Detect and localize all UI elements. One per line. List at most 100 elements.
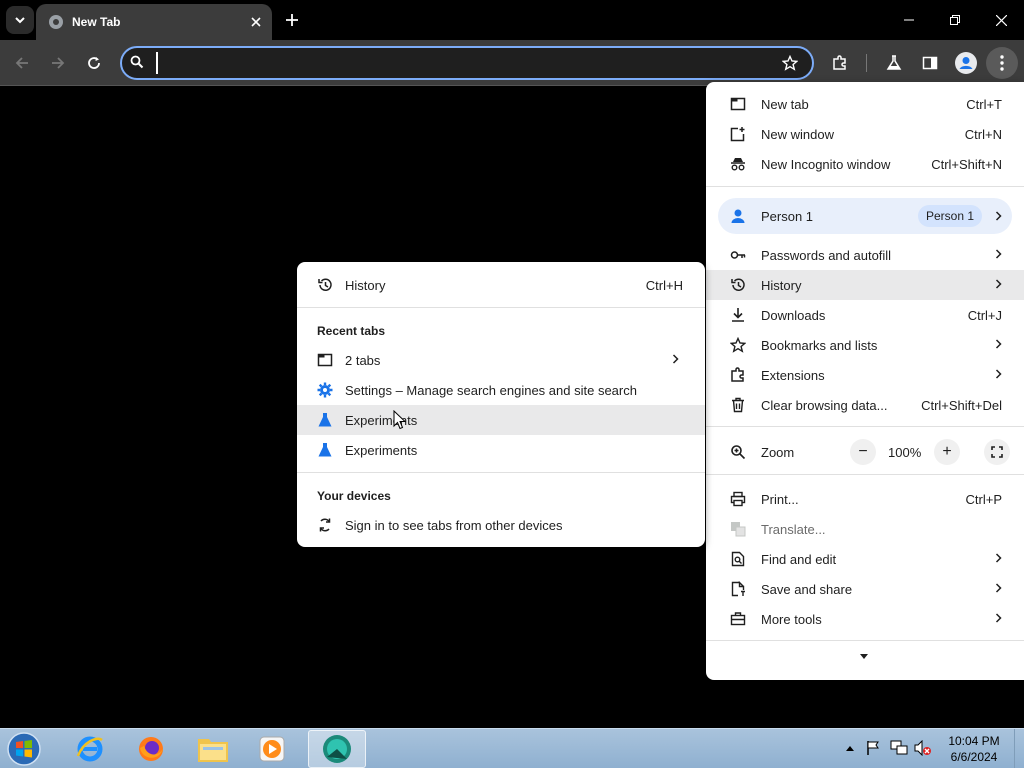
menu-label: Extensions	[761, 367, 825, 383]
submenu-item-recent-window[interactable]: 2 tabs	[297, 345, 705, 375]
taskbar-app-firefox[interactable]	[122, 730, 180, 768]
labs-button[interactable]	[878, 47, 910, 79]
taskbar-app-media[interactable]	[243, 730, 301, 768]
menu-shortcut: Ctrl+Shift+Del	[921, 397, 1002, 413]
profile-button[interactable]	[950, 47, 982, 79]
reload-icon	[88, 57, 100, 69]
menu-label: Clear browsing data...	[761, 397, 888, 413]
submenu-item-recent-tab[interactable]: Experiments	[297, 435, 705, 465]
submenu-item-history[interactable]: History Ctrl+H	[297, 270, 705, 300]
taskbar-app-active[interactable]	[308, 730, 366, 768]
chevron-right-icon	[995, 279, 1002, 289]
globe-icon	[49, 15, 63, 29]
volume-muted-icon[interactable]	[914, 740, 932, 756]
menu-item-save-and-share[interactable]: Save and share	[706, 574, 1024, 604]
incognito-icon	[731, 158, 745, 171]
extensions-button[interactable]	[824, 47, 856, 79]
menu-item-history[interactable]: History	[706, 270, 1024, 300]
submenu-shortcut: Ctrl+H	[645, 278, 683, 293]
taskbar-app-explorer[interactable]	[184, 730, 242, 768]
forward-button[interactable]	[42, 47, 74, 79]
menu-item-profile[interactable]: Person 1 Person 1	[718, 198, 1012, 234]
submenu-label: 2 tabs	[345, 353, 381, 368]
zoom-out-button[interactable]: −	[850, 439, 876, 465]
window-icon	[317, 353, 333, 367]
menu-item-translate[interactable]: Translate...	[706, 514, 1024, 544]
flask-icon	[886, 55, 902, 70]
forward-arrow-icon	[52, 57, 65, 69]
menu-item-more-tools[interactable]: More tools	[706, 604, 1024, 634]
browser-tab[interactable]: New Tab	[36, 4, 272, 40]
gear-icon	[317, 382, 333, 398]
tab-search-button[interactable]	[6, 6, 34, 34]
menu-item-bookmarks[interactable]: Bookmarks and lists	[706, 330, 1024, 360]
menu-item-find-and-edit[interactable]: Find and edit	[706, 544, 1024, 574]
side-panel-icon	[922, 56, 938, 70]
clock-date: 6/6/2024	[950, 750, 998, 764]
chrome-menu-button[interactable]	[986, 47, 1018, 79]
back-button[interactable]	[6, 47, 38, 79]
scroll-down-icon[interactable]	[860, 654, 868, 659]
submenu-label: Experiments	[345, 443, 418, 458]
new-window-icon	[730, 127, 745, 142]
menu-item-extensions[interactable]: Extensions	[706, 360, 1024, 390]
menu-label: New Incognito window	[761, 156, 891, 172]
menu-shortcut: Ctrl+T	[966, 96, 1002, 112]
menu-item-new-incognito[interactable]: New Incognito window Ctrl+Shift+N	[706, 149, 1024, 179]
menu-item-new-window[interactable]: New window Ctrl+N	[706, 119, 1024, 149]
zoom-in-label: +	[942, 443, 952, 460]
show-hidden-icons-icon[interactable]	[846, 745, 854, 751]
toolbar-divider	[866, 54, 867, 72]
restore-button[interactable]	[932, 0, 978, 40]
new-tab-icon	[730, 97, 746, 111]
submenu-label: Settings – Manage search engines and sit…	[345, 383, 637, 398]
internet-explorer-icon	[76, 736, 103, 762]
menu-item-passwords[interactable]: Passwords and autofill	[706, 240, 1024, 270]
menu-item-new-tab[interactable]: New tab Ctrl+T	[706, 89, 1024, 119]
clock-time: 10:04 PM	[948, 734, 1000, 748]
submenu-item-recent-tab[interactable]: Experiments	[297, 405, 705, 435]
taskbar-app-ie[interactable]	[61, 730, 119, 768]
kebab-menu-icon	[1000, 55, 1004, 71]
history-icon	[318, 278, 332, 291]
menu-item-downloads[interactable]: Downloads Ctrl+J	[706, 300, 1024, 330]
menu-label: More tools	[761, 611, 822, 627]
new-tab-button[interactable]	[280, 8, 304, 32]
close-icon	[251, 17, 261, 27]
submenu-item-sign-in[interactable]: Sign in to see tabs from other devices	[297, 510, 705, 540]
file-explorer-icon	[198, 739, 228, 762]
tab-title: New Tab	[72, 15, 121, 29]
minimize-button[interactable]	[886, 0, 932, 40]
chevron-right-icon	[995, 211, 1002, 221]
fullscreen-button[interactable]	[984, 439, 1010, 465]
search-icon	[130, 55, 144, 69]
address-bar[interactable]	[120, 46, 814, 80]
translate-icon	[731, 522, 746, 537]
history-submenu: History Ctrl+H Recent tabs 2 tabs Settin…	[297, 262, 705, 547]
zoom-in-button[interactable]: +	[934, 439, 960, 465]
puzzle-icon	[833, 55, 846, 70]
network-icon[interactable]	[890, 740, 908, 756]
your-devices-heading: Your devices	[317, 489, 391, 503]
menu-shortcut: Ctrl+J	[967, 307, 1002, 323]
recent-tabs-heading: Recent tabs	[317, 324, 386, 338]
menu-item-clear-browsing-data[interactable]: Clear browsing data... Ctrl+Shift+Del	[706, 390, 1024, 420]
window-close-button[interactable]	[978, 0, 1024, 40]
show-desktop-button[interactable]	[1014, 729, 1024, 768]
side-panel-button[interactable]	[914, 47, 946, 79]
start-button[interactable]	[4, 731, 48, 767]
flag-icon[interactable]	[866, 740, 880, 756]
chevron-right-icon	[995, 553, 1002, 563]
menu-item-print[interactable]: Print... Ctrl+P	[706, 484, 1024, 514]
submenu-divider	[297, 472, 705, 473]
history-icon	[731, 278, 745, 291]
profile-badge: Person 1	[918, 205, 983, 227]
sync-icon	[319, 518, 331, 532]
tab-close-button[interactable]	[244, 10, 268, 34]
menu-label: Downloads	[761, 307, 826, 323]
system-clock[interactable]: 10:04 PM 6/6/2024	[938, 733, 1010, 765]
star-icon[interactable]	[782, 55, 798, 71]
address-input[interactable]	[156, 52, 776, 74]
reload-button[interactable]	[78, 47, 110, 79]
submenu-item-recent-tab[interactable]: Settings – Manage search engines and sit…	[297, 375, 705, 405]
